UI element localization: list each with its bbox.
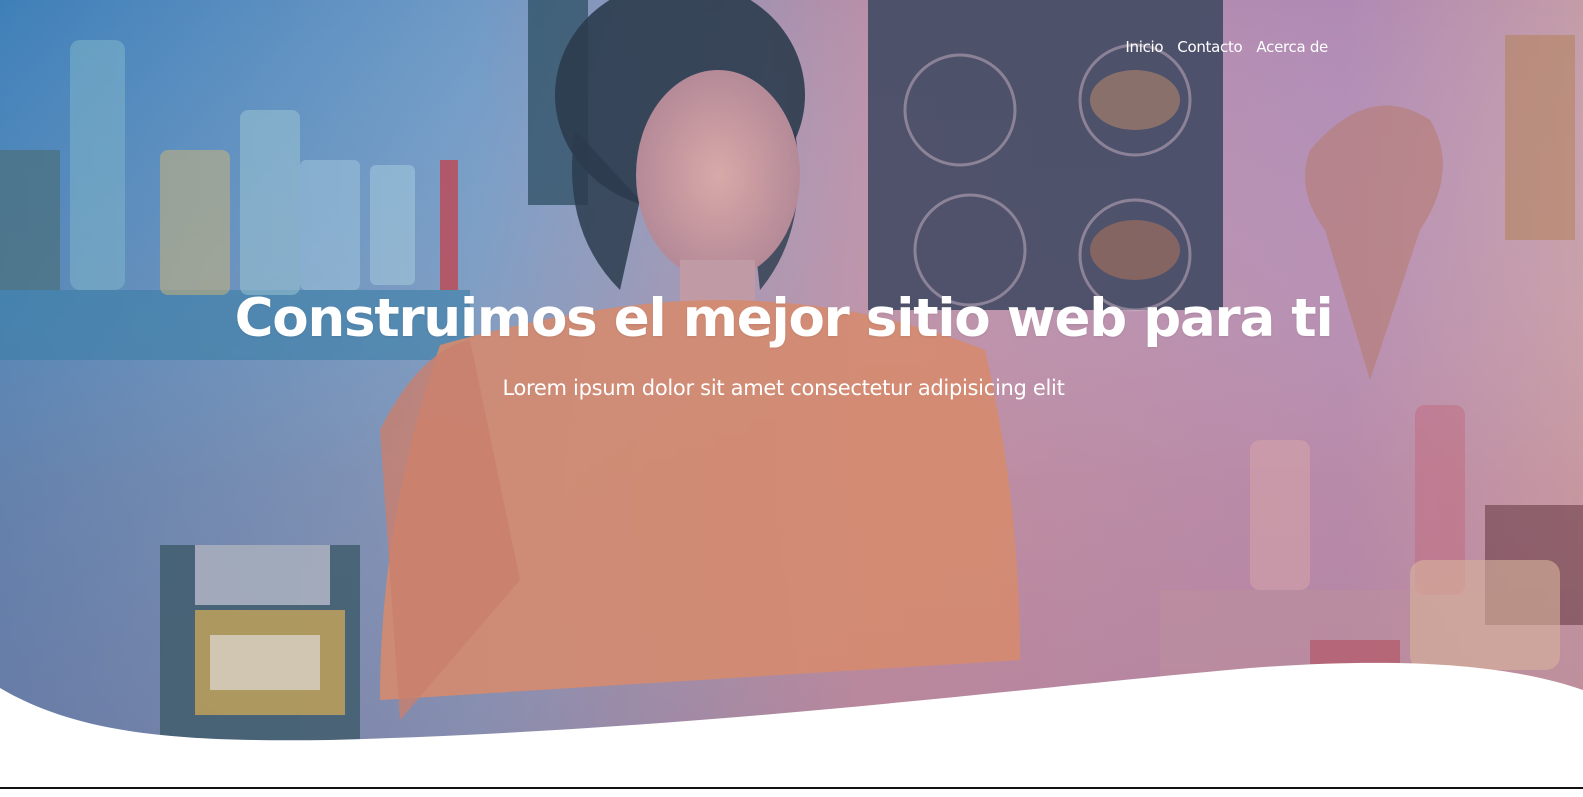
hero-subtitle: Lorem ipsum dolor sit amet consectetur a… (502, 376, 1065, 400)
hero-title: Construimos el mejor sitio web para ti (234, 288, 1334, 349)
hero-section: Inicio Contacto Acerca de Construimos el… (0, 0, 1583, 797)
nav-link-inicio[interactable]: Inicio (1125, 38, 1163, 56)
page-divider (0, 787, 1583, 789)
main-nav: Inicio Contacto Acerca de (1125, 38, 1328, 56)
nav-link-acerca-de[interactable]: Acerca de (1256, 38, 1328, 56)
nav-link-contacto[interactable]: Contacto (1177, 38, 1242, 56)
